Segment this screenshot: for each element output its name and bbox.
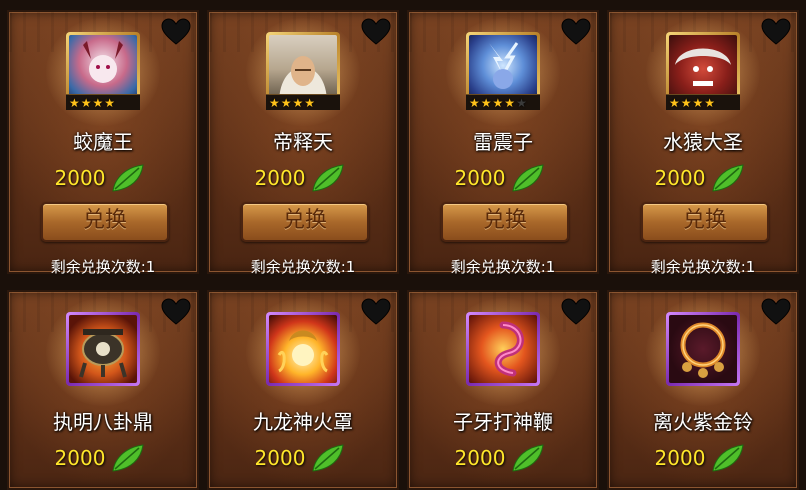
shop-card-hero-4: ★ ★ ★ ★ 水猿大圣 2000 兑换 剩余兑换次数:1 bbox=[607, 10, 799, 276]
dragon-fire-cover-icon bbox=[269, 315, 337, 383]
shop-card-item-1: 执明八卦鼎 2000 bbox=[7, 290, 199, 490]
god-whip-icon bbox=[469, 315, 537, 383]
green-leaf-icon bbox=[712, 164, 745, 192]
shop-card-item-2: 九龙神火罩 2000 bbox=[207, 290, 399, 490]
item-icon[interactable] bbox=[446, 298, 560, 406]
heart-icon[interactable] bbox=[361, 298, 391, 326]
item-name: 九龙神火罩 bbox=[253, 410, 353, 434]
exchange-button[interactable]: 兑换 bbox=[41, 202, 169, 242]
price-value: 2000 bbox=[454, 446, 506, 470]
green-leaf-icon bbox=[312, 164, 345, 192]
remaining-count: 剩余兑换次数:1 bbox=[450, 258, 556, 276]
price-value: 2000 bbox=[654, 446, 706, 470]
price-value: 2000 bbox=[54, 166, 106, 190]
hero-icon[interactable]: ★ ★ ★ ★ bbox=[46, 18, 160, 126]
remaining-count: 剩余兑换次数:1 bbox=[250, 258, 356, 276]
hero-portrait-shuiyuandasheng-icon bbox=[669, 35, 737, 103]
hero-icon[interactable]: ★ ★ ★ ★ ★ bbox=[446, 18, 560, 126]
heart-icon[interactable] bbox=[561, 18, 591, 46]
hero-icon[interactable]: ★ ★ ★ ★ bbox=[246, 18, 360, 126]
green-leaf-icon bbox=[112, 164, 145, 192]
shop-card-hero-2: ★ ★ ★ ★ 帝释天 2000 兑换 剩余兑换次数:1 bbox=[207, 10, 399, 276]
item-name: 执明八卦鼎 bbox=[53, 410, 153, 434]
hero-name: 帝释天 bbox=[273, 130, 333, 154]
green-leaf-icon bbox=[512, 444, 545, 472]
green-leaf-icon bbox=[312, 444, 345, 472]
price-value: 2000 bbox=[254, 166, 306, 190]
hero-name: 水猿大圣 bbox=[663, 130, 743, 154]
hero-icon[interactable]: ★ ★ ★ ★ bbox=[646, 18, 760, 126]
item-name: 子牙打神鞭 bbox=[453, 410, 553, 434]
shop-card-item-4: 离火紫金铃 2000 bbox=[607, 290, 799, 490]
hero-portrait-dishitian-icon bbox=[269, 35, 337, 103]
exchange-button[interactable]: 兑换 bbox=[241, 202, 369, 242]
item-name: 离火紫金铃 bbox=[653, 410, 753, 434]
heart-icon[interactable] bbox=[761, 298, 791, 326]
heart-icon[interactable] bbox=[761, 18, 791, 46]
remaining-count: 剩余兑换次数:1 bbox=[50, 258, 156, 276]
heart-icon[interactable] bbox=[361, 18, 391, 46]
hero-name: 雷震子 bbox=[473, 130, 533, 154]
purple-gold-bell-icon bbox=[669, 315, 737, 383]
heart-icon[interactable] bbox=[161, 298, 191, 326]
remaining-count: 剩余兑换次数:1 bbox=[650, 258, 756, 276]
shop-card-item-3: 子牙打神鞭 2000 bbox=[407, 290, 599, 490]
item-icon[interactable] bbox=[246, 298, 360, 406]
shop-card-hero-3: ★ ★ ★ ★ ★ 雷震子 2000 兑换 剩余兑换次数:1 bbox=[407, 10, 599, 276]
heart-icon[interactable] bbox=[161, 18, 191, 46]
green-leaf-icon bbox=[512, 164, 545, 192]
item-icon[interactable] bbox=[646, 298, 760, 406]
green-leaf-icon bbox=[712, 444, 745, 472]
item-icon[interactable] bbox=[46, 298, 160, 406]
price-value: 2000 bbox=[454, 166, 506, 190]
bagua-cauldron-icon bbox=[69, 315, 137, 383]
price-value: 2000 bbox=[654, 166, 706, 190]
hero-name: 蛟魔王 bbox=[73, 130, 133, 154]
price-value: 2000 bbox=[254, 446, 306, 470]
shop-grid: ★ ★ ★ ★ 蛟魔王 2000 兑换 剩余兑换次数:1 ★ ★ ★ ★ 帝释天 2000 … bbox=[0, 0, 806, 490]
price-value: 2000 bbox=[54, 446, 106, 470]
hero-portrait-jiaomowang-icon bbox=[69, 35, 137, 103]
heart-icon[interactable] bbox=[561, 298, 591, 326]
green-leaf-icon bbox=[112, 444, 145, 472]
exchange-button[interactable]: 兑换 bbox=[641, 202, 769, 242]
exchange-button[interactable]: 兑换 bbox=[441, 202, 569, 242]
shop-card-hero-1: ★ ★ ★ ★ 蛟魔王 2000 兑换 剩余兑换次数:1 bbox=[7, 10, 199, 276]
hero-portrait-leizhenzi-icon bbox=[469, 35, 537, 103]
